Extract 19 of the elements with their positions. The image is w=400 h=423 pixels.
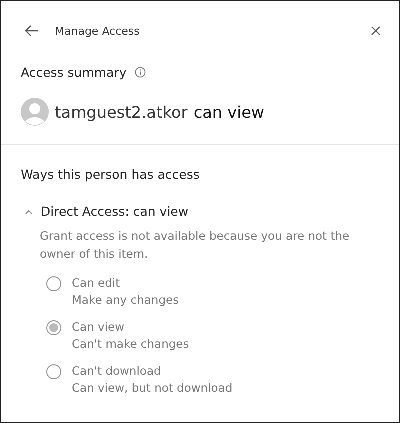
section-heading: Ways this person has access [21,167,201,182]
back-button[interactable] [25,25,39,37]
section-heading: Access summary [21,65,127,80]
option-description: Can view, but not download [72,380,233,397]
direct-access-toggle[interactable]: Direct Access: can view [21,204,189,219]
info-icon [134,67,146,78]
option-label: Can edit [72,275,122,292]
option-description: Make any changes [72,292,180,309]
back-arrow-icon [25,25,39,37]
option-label: Can't download [72,363,162,380]
close-icon [371,26,381,36]
option-label: Can view [72,319,126,336]
panel-title: Manage Access [55,24,140,38]
permission-label: can view [194,102,264,122]
notice-text: Grant access is not available because you are not the owner of this item. [40,228,351,263]
user-name: tamguest2.atkor [55,102,188,122]
option-description: Can't make changes [72,336,190,353]
close-button[interactable] [371,26,381,36]
avatar-icon [21,98,49,126]
